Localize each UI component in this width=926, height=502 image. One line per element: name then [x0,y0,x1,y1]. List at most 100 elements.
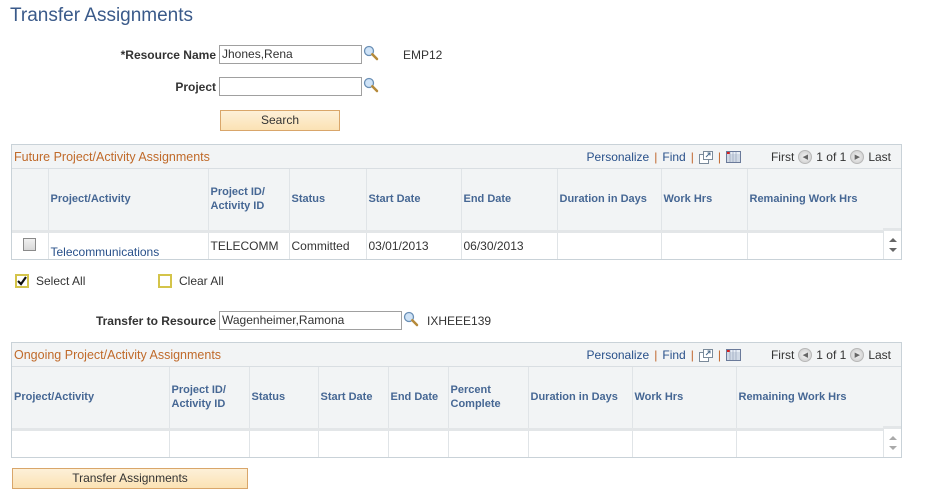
first-label: First [770,348,795,362]
nav-separator: | [654,150,658,164]
project-input[interactable] [219,77,362,96]
resource-name-label: *Resource Name [120,48,216,62]
ongoing-assignments-grid: Ongoing Project/Activity Assignments Per… [11,342,902,458]
project-activity-link[interactable]: Telecommunications [51,245,160,259]
future-assignments-grid: Future Project/Activity Assignments Pers… [11,144,902,260]
resource-name-input[interactable]: Jhones,Rena [219,45,362,64]
table-row: Telecommunications TELECOMM Committed 03… [12,231,884,259]
last-label: Last [868,348,891,362]
end-date-cell: 06/30/2013 [461,231,558,259]
clear-all-checkbox-icon[interactable] [158,274,172,288]
nav-separator: | [717,150,721,164]
search-button[interactable]: Search [220,110,340,131]
project-label: Project [175,80,216,94]
page-info: 1 of 1 [816,150,847,164]
page-title: Transfer Assignments [10,5,194,26]
future-grid-scrollbar[interactable] [883,231,901,259]
empty-cell [169,429,250,457]
view-all-icon[interactable] [698,348,713,362]
project-id-cell: TELECOMM [208,231,290,259]
column-header-remaining-work-hrs[interactable]: Remaining Work Hrs [736,367,884,431]
future-grid-header: Future Project/Activity Assignments Pers… [12,145,901,169]
empty-cell [528,429,633,457]
header-filler [883,169,901,231]
transfer-resource-id: IXHEEE139 [427,314,492,328]
future-grid-nav: Personalize | Find | | First ◀ 1 of 1 ▶ … [587,150,891,164]
scroll-up-icon[interactable] [889,436,897,440]
ongoing-grid-title: Ongoing Project/Activity Assignments [14,348,222,362]
future-header-row: Project/Activity Project ID/ Activity ID… [12,169,884,233]
column-header-select [12,169,49,233]
header-filler [883,367,901,429]
start-date-cell: 03/01/2013 [366,231,462,259]
empty-cell [388,429,449,457]
ongoing-header-row: Project/Activity Project ID/ Activity ID… [12,367,884,431]
empty-cell [448,429,529,457]
column-header-end-date[interactable]: End Date [388,367,449,431]
column-header-project-id-label: Project ID/ Activity ID [210,186,265,213]
scroll-up-icon[interactable] [889,238,897,242]
select-all-label[interactable]: Select All [36,274,85,288]
resource-lookup-icon[interactable] [363,45,379,61]
column-header-status[interactable]: Status [249,367,319,431]
column-header-project-id[interactable]: Project ID/ Activity ID [208,169,290,233]
empty-cell [632,429,737,457]
nav-separator: | [654,348,658,362]
clear-all-control[interactable]: Clear All [158,274,224,288]
column-header-project-activity[interactable]: Project/Activity [12,367,170,431]
project-lookup-icon[interactable] [363,77,379,93]
scroll-down-icon[interactable] [889,248,897,252]
empty-cell [318,429,389,457]
ongoing-grid-nav: Personalize | Find | | First ◀ 1 of 1 ▶ … [587,348,891,362]
resource-id: EMP12 [403,48,443,62]
first-label: First [770,150,795,164]
transfer-assignments-button[interactable]: Transfer Assignments [12,468,248,489]
ongoing-grid-scrollbar[interactable] [883,429,901,457]
work-hrs-cell [661,231,748,259]
nav-separator: | [690,348,694,362]
transfer-to-resource-input[interactable]: Wagenheimer,Ramona [219,311,402,330]
personalize-link[interactable]: Personalize [587,348,650,362]
column-header-end-date[interactable]: End Date [461,169,558,233]
duration-cell [557,231,662,259]
column-header-remaining-work-hrs[interactable]: Remaining Work Hrs [747,169,884,233]
future-grid-title: Future Project/Activity Assignments [14,150,210,164]
page-info: 1 of 1 [816,348,847,362]
empty-cell [12,429,170,457]
view-all-icon[interactable] [698,150,713,164]
column-header-percent-complete[interactable]: Percent Complete [448,367,529,431]
select-all-checkbox-icon[interactable] [15,274,29,288]
status-cell: Committed [289,231,367,259]
scroll-down-icon[interactable] [889,446,897,450]
row-select-checkbox[interactable] [23,237,37,251]
remaining-work-hrs-cell [747,231,884,259]
nav-separator: | [690,150,694,164]
download-spreadsheet-icon[interactable] [725,349,741,361]
select-all-control[interactable]: Select All [15,274,85,288]
column-header-start-date[interactable]: Start Date [318,367,389,431]
column-header-work-hrs[interactable]: Work Hrs [632,367,737,431]
column-header-start-date[interactable]: Start Date [366,169,462,233]
transfer-resource-lookup-icon[interactable] [403,311,419,327]
column-header-project-activity[interactable]: Project/Activity [48,169,209,233]
last-label: Last [868,150,891,164]
transfer-to-resource-label: Transfer to Resource [95,314,216,328]
column-header-project-id[interactable]: Project ID/ Activity ID [169,367,250,431]
column-header-duration[interactable]: Duration in Days [528,367,633,431]
download-spreadsheet-icon[interactable] [725,151,741,163]
next-page-icon[interactable]: ▶ [850,348,865,362]
column-header-work-hrs[interactable]: Work Hrs [661,169,748,233]
clear-all-label[interactable]: Clear All [179,274,224,288]
nav-separator: | [717,348,721,362]
previous-page-icon[interactable]: ◀ [798,150,813,164]
column-header-status[interactable]: Status [289,169,367,233]
personalize-link[interactable]: Personalize [587,150,650,164]
find-link[interactable]: Find [662,348,685,362]
empty-cell [249,429,319,457]
previous-page-icon[interactable]: ◀ [798,348,813,362]
empty-cell [736,429,884,457]
find-link[interactable]: Find [662,150,685,164]
column-header-duration[interactable]: Duration in Days [557,169,662,233]
table-row [12,429,884,457]
next-page-icon[interactable]: ▶ [850,150,865,164]
